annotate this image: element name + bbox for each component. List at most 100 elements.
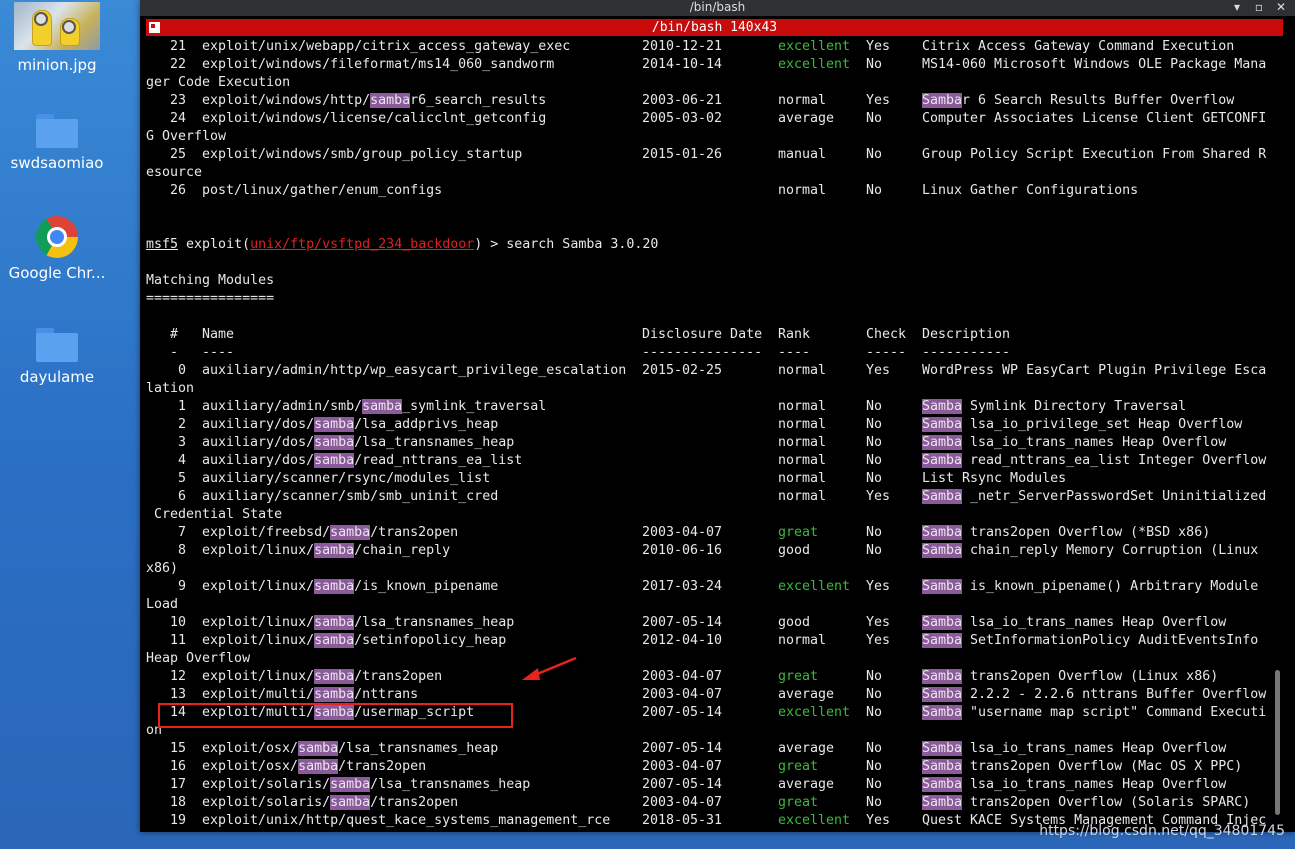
module-name-match: samba: [314, 687, 355, 702]
description-text: is_known_pipename() Arbitrary Module: [962, 579, 1259, 594]
description: Citrix Access Gateway Command Execution: [922, 38, 1234, 56]
description-match: Samba: [922, 399, 963, 414]
description-match: Samba: [922, 687, 963, 702]
description-text: r 6 Search Results Buffer Overflow: [962, 93, 1235, 108]
description: Samba 2.2.2 - 2.2.6 nttrans Buffer Overf…: [922, 686, 1266, 704]
terminal-tab[interactable]: /bin/bash 140x43: [146, 19, 1283, 36]
rank: normal: [778, 183, 827, 198]
description-match: Samba: [922, 435, 963, 450]
module-name-prefix: exploit/linux/: [202, 543, 315, 558]
row-number: 23: [170, 93, 187, 108]
description: Sambar 6 Search Results Buffer Overflow: [922, 92, 1234, 110]
disclosure-date: 2015-01-26: [642, 147, 723, 162]
row-number: 8: [178, 543, 187, 558]
scrollbar[interactable]: [1273, 40, 1283, 830]
header-row: # Name Disclosure Date Rank Check Description: [146, 326, 1270, 344]
close-icon[interactable]: ✕: [1273, 0, 1289, 16]
check: No: [866, 795, 883, 810]
table-row: 9 exploit/linux/samba/is_known_pipename 20…: [146, 578, 1270, 596]
module-name-prefix: exploit/linux/: [202, 615, 315, 630]
module-name-suffix: /lsa_transnames_heap: [354, 615, 515, 630]
description-match: Samba: [922, 579, 963, 594]
check: No: [866, 183, 883, 198]
description-match: Samba: [922, 525, 963, 540]
desktop-icon-chrome[interactable]: Google Chr...: [6, 216, 108, 282]
module-name-suffix: _symlink_traversal: [402, 399, 547, 414]
check: Yes: [866, 93, 891, 108]
rank: excellent: [778, 39, 851, 54]
description: Computer Associates License Client GETCO…: [922, 110, 1266, 128]
module-name-match: samba: [314, 453, 355, 468]
row-number: 5: [178, 471, 187, 486]
prompt-exploit: exploit(: [178, 237, 251, 252]
module-name: auxiliary/admin/smb/samba_symlink_traver…: [202, 398, 546, 416]
row-number: 11: [170, 633, 187, 648]
check: Yes: [866, 489, 891, 504]
desktop-icon-swdsaomiao[interactable]: swdsaomiao: [6, 114, 108, 172]
table-row: 26 post/linux/gather/enum_configs normal No…: [146, 182, 1270, 200]
disclosure-date: 2007-05-14: [642, 615, 723, 630]
disclosure-date: 2010-06-16: [642, 543, 723, 558]
description-text: trans2open Overflow (Solaris SPARC): [962, 795, 1251, 810]
module-name-prefix: auxiliary/dos/: [202, 417, 315, 432]
rank: normal: [778, 417, 827, 432]
prompt-module: unix/ftp/vsftpd_234_backdoor: [250, 237, 475, 252]
chrome-icon: [36, 216, 78, 258]
description-text: _netr_ServerPasswordSet Uninitialized: [962, 489, 1267, 504]
wrapped-line: esource: [146, 164, 1270, 182]
check: Yes: [866, 363, 891, 378]
wrapped-line: x86): [146, 560, 1270, 578]
rule-num: -: [170, 345, 179, 360]
module-name-suffix: /is_known_pipename: [354, 579, 499, 594]
module-name: exploit/freebsd/samba/trans2open: [202, 524, 458, 542]
row-number: 17: [170, 777, 187, 792]
desktop-icon-label: dayulame: [19, 368, 95, 386]
module-name: auxiliary/dos/samba/lsa_addprivs_heap: [202, 416, 498, 434]
module-name: exploit/windows/fileformat/ms14_060_sand…: [202, 57, 555, 72]
module-name: exploit/linux/samba/setinfopolicy_heap: [202, 632, 506, 650]
module-name-match: samba: [330, 795, 371, 810]
table-row: 10 exploit/linux/samba/lsa_transnames_hea…: [146, 614, 1270, 632]
header-check: Check: [866, 327, 907, 342]
module-name-suffix: /lsa_transnames_heap: [370, 777, 531, 792]
description-text: chain_reply Memory Corruption (Linux: [962, 543, 1259, 558]
matching-underline: ================: [146, 290, 1270, 308]
rank: normal: [778, 489, 827, 504]
maximize-icon[interactable]: ▫: [1251, 0, 1267, 16]
terminal-tab-title: /bin/bash 140x43: [651, 20, 778, 35]
description: Samba _netr_ServerPasswordSet Uninitiali…: [922, 488, 1266, 506]
module-name-suffix: /trans2open: [338, 759, 427, 774]
prompt: msf5 exploit(unix/ftp/vsftpd_234_backdoo…: [146, 236, 658, 254]
module-name: exploit/unix/webapp/citrix_access_gatewa…: [202, 39, 571, 54]
module-name: auxiliary/scanner/rsync/modules_list: [202, 471, 491, 486]
desktop-icon-dayulame[interactable]: dayulame: [6, 328, 108, 386]
row-number: 21: [170, 39, 187, 54]
module-name-match: samba: [298, 759, 339, 774]
row-number: 19: [170, 813, 187, 828]
module-name: exploit/linux/samba/chain_reply: [202, 542, 450, 560]
check: No: [866, 435, 883, 450]
check: Yes: [866, 813, 891, 828]
window-titlebar[interactable]: /bin/bash ▾ ▫ ✕: [140, 0, 1295, 16]
module-name-match: samba: [314, 615, 355, 630]
row-number: 16: [170, 759, 187, 774]
row-number: 15: [170, 741, 187, 756]
table-row: 15 exploit/osx/samba/lsa_transnames_heap 2…: [146, 740, 1270, 758]
wrapped-text: Load: [146, 597, 179, 612]
desktop-icon-minion[interactable]: minion.jpg: [6, 2, 108, 74]
disclosure-date: 2003-04-07: [642, 759, 723, 774]
module-name-match: samba: [298, 741, 339, 756]
scrollbar-thumb[interactable]: [1275, 670, 1280, 815]
module-name-suffix: /chain_reply: [354, 543, 451, 558]
description-text: List Rsync Modules: [922, 471, 1067, 486]
row-number: 13: [170, 687, 187, 702]
disclosure-date: 2007-05-14: [642, 705, 723, 720]
table-row: 8 exploit/linux/samba/chain_reply 2010-06-…: [146, 542, 1270, 560]
disclosure-date: 2003-04-07: [642, 525, 723, 540]
terminal-tab-icon: [148, 21, 161, 34]
module-name: exploit/osx/samba/trans2open: [202, 758, 426, 776]
minimize-icon[interactable]: ▾: [1229, 0, 1245, 16]
table-row: 24 exploit/windows/license/calicclnt_getc…: [146, 110, 1270, 128]
check: No: [866, 525, 883, 540]
